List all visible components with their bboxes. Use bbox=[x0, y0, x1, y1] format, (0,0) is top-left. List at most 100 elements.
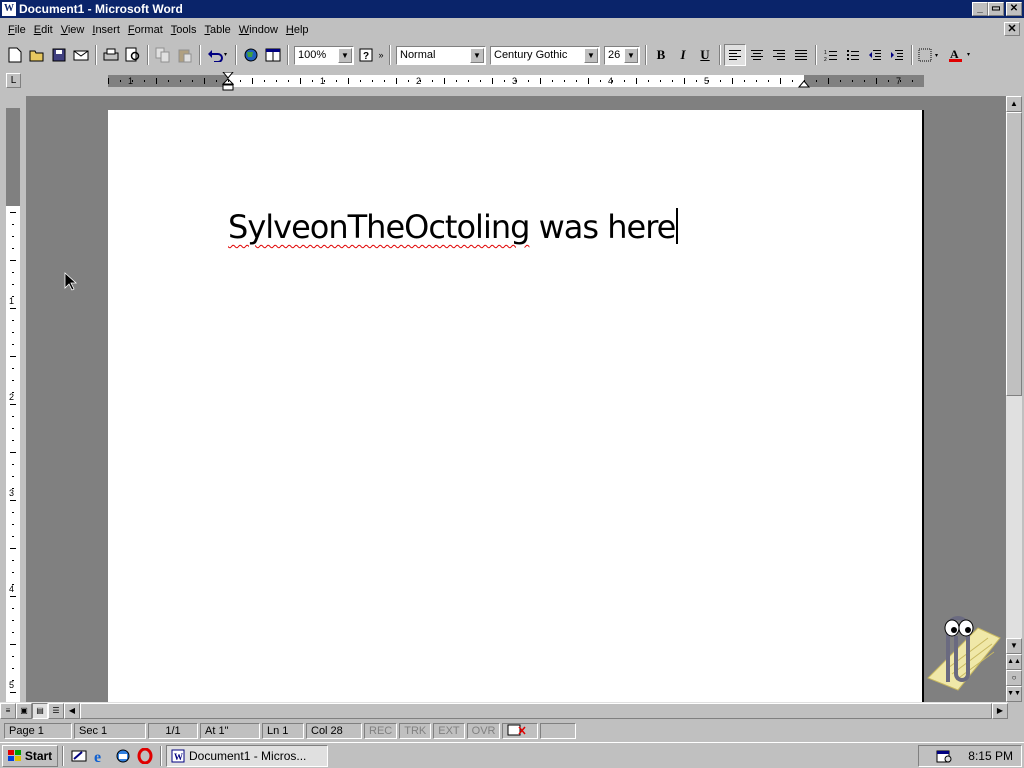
numbering-icon[interactable]: 12 bbox=[820, 44, 842, 66]
open-icon[interactable] bbox=[26, 44, 48, 66]
menu-window[interactable]: Window bbox=[235, 24, 282, 36]
increase-indent-icon[interactable] bbox=[886, 44, 908, 66]
internet-explorer-icon[interactable]: e bbox=[90, 745, 112, 767]
scroll-down-button[interactable]: ▼ bbox=[1006, 638, 1022, 654]
spelling-status-icon[interactable] bbox=[502, 723, 539, 739]
status-rec[interactable]: REC bbox=[364, 723, 398, 739]
ruler-bar[interactable]: 1 1 2 3 4 5 7 bbox=[108, 72, 924, 91]
office-assistant-clippy[interactable] bbox=[908, 598, 1004, 694]
ruler-tick bbox=[612, 80, 613, 82]
word-doc-icon[interactable]: W bbox=[2, 2, 16, 16]
status-ovr[interactable]: OVR bbox=[466, 723, 501, 739]
font-combo[interactable]: Century Gothic ▼ bbox=[490, 45, 600, 65]
document-workspace[interactable]: SylveonTheOctoling was here bbox=[26, 96, 1006, 702]
chevron-down-icon[interactable]: ▼ bbox=[470, 47, 484, 63]
minimize-button[interactable]: _ bbox=[972, 2, 988, 16]
italic-button[interactable]: I bbox=[672, 44, 694, 66]
ruler-tick bbox=[876, 78, 877, 84]
email-icon[interactable] bbox=[70, 44, 92, 66]
start-button[interactable]: Start bbox=[2, 744, 58, 767]
next-page-button[interactable]: ▼▼ bbox=[1006, 686, 1022, 702]
print-preview-icon[interactable] bbox=[122, 44, 144, 66]
zoom-combo[interactable]: 100% ▼ bbox=[294, 45, 354, 65]
web-toolbar-icon[interactable] bbox=[240, 44, 262, 66]
scroll-up-button[interactable]: ▲ bbox=[1006, 96, 1022, 112]
restore-button[interactable]: ▭ bbox=[988, 2, 1004, 16]
tab-selector-button[interactable]: L bbox=[6, 73, 21, 88]
taskbar-word-label: Document1 - Micros... bbox=[189, 748, 307, 763]
font-color-icon[interactable]: A bbox=[946, 44, 976, 66]
document-close-button[interactable]: ✕ bbox=[1004, 22, 1020, 36]
scroll-left-button[interactable]: ◀ bbox=[64, 702, 80, 719]
vertical-ruler: 1 2 3 4 5 bbox=[6, 108, 20, 702]
new-icon[interactable] bbox=[4, 44, 26, 66]
toolbar-overflow-icon[interactable]: » bbox=[376, 44, 386, 66]
save-icon[interactable] bbox=[48, 44, 70, 66]
menu-insert[interactable]: Insert bbox=[88, 24, 124, 36]
status-section: Sec 1 bbox=[74, 723, 146, 739]
ruler-tick bbox=[12, 272, 14, 273]
underline-button[interactable]: U bbox=[694, 44, 716, 66]
scroll-thumb[interactable] bbox=[1006, 112, 1022, 396]
copy-icon[interactable] bbox=[152, 44, 174, 66]
normal-view-icon[interactable]: ≡ bbox=[0, 702, 16, 719]
outlook-express-icon[interactable] bbox=[112, 745, 134, 767]
ruler-tick bbox=[756, 80, 757, 82]
status-trk[interactable]: TRK bbox=[399, 723, 432, 739]
borders-icon[interactable] bbox=[916, 44, 946, 66]
ruler-tick bbox=[348, 78, 349, 84]
chevron-down-icon[interactable]: ▼ bbox=[624, 47, 638, 63]
ruler-tick bbox=[816, 80, 817, 82]
status-bar: Page 1 Sec 1 1/1 At 1" Ln 1 Col 28 REC T… bbox=[0, 721, 1024, 741]
document-text[interactable]: SylveonTheOctoling was here bbox=[228, 208, 679, 246]
indent-marker-icon[interactable] bbox=[222, 72, 234, 92]
close-button[interactable]: ✕ bbox=[1006, 2, 1022, 16]
ruler-number: 2 bbox=[9, 392, 15, 402]
bullets-icon[interactable] bbox=[842, 44, 864, 66]
menu-edit[interactable]: Edit bbox=[30, 24, 57, 36]
clock[interactable]: 8:15 PM bbox=[968, 749, 1013, 763]
justify-icon[interactable] bbox=[790, 44, 812, 66]
print-icon[interactable] bbox=[100, 44, 122, 66]
opera-icon[interactable] bbox=[134, 745, 156, 767]
style-combo[interactable]: Normal ▼ bbox=[396, 45, 486, 65]
scheduler-icon[interactable] bbox=[936, 749, 952, 763]
bold-button[interactable]: B bbox=[650, 44, 672, 66]
taskbar-word-document[interactable]: W Document1 - Micros... bbox=[166, 744, 328, 767]
document-page[interactable]: SylveonTheOctoling was here bbox=[108, 110, 924, 702]
status-ext[interactable]: EXT bbox=[433, 723, 465, 739]
decrease-indent-icon[interactable] bbox=[864, 44, 886, 66]
scroll-right-button[interactable]: ▶ bbox=[992, 702, 1008, 719]
font-size-combo[interactable]: 26 ▼ bbox=[604, 45, 640, 65]
print-layout-view-icon[interactable]: ▤ bbox=[32, 702, 48, 719]
align-right-icon[interactable] bbox=[768, 44, 790, 66]
title-bar: W Document1 - Microsoft Word _ ▭ ✕ bbox=[0, 0, 1024, 18]
ruler-tick bbox=[12, 524, 14, 525]
ruler-tick bbox=[12, 632, 14, 633]
scroll-thumb-horizontal[interactable] bbox=[80, 702, 992, 719]
web-layout-view-icon[interactable]: ▣ bbox=[16, 702, 32, 719]
show-desktop-icon[interactable] bbox=[68, 745, 90, 767]
zoom-value: 100% bbox=[298, 49, 327, 61]
misspelled-word[interactable]: SylveonTheOctoling bbox=[228, 208, 530, 246]
align-left-icon[interactable] bbox=[724, 44, 746, 66]
chevron-down-icon[interactable]: ▼ bbox=[584, 47, 598, 63]
menu-table[interactable]: Table bbox=[200, 24, 234, 36]
menu-tools[interactable]: Tools bbox=[167, 24, 201, 36]
outline-view-icon[interactable]: ☰ bbox=[48, 702, 64, 719]
menu-file[interactable]: File bbox=[4, 24, 30, 36]
ruler-tick bbox=[12, 440, 14, 441]
paste-icon[interactable] bbox=[174, 44, 196, 66]
previous-page-button[interactable]: ▲▲ bbox=[1006, 654, 1022, 670]
menu-view[interactable]: View bbox=[57, 24, 89, 36]
tables-borders-icon[interactable] bbox=[262, 44, 284, 66]
undo-icon[interactable] bbox=[204, 44, 232, 66]
help-icon[interactable]: ? bbox=[356, 44, 376, 66]
chevron-down-icon[interactable]: ▼ bbox=[338, 47, 352, 63]
menu-format[interactable]: Format bbox=[124, 24, 167, 36]
select-browse-object-button[interactable]: ○ bbox=[1006, 670, 1022, 686]
ruler-tick bbox=[10, 548, 16, 549]
menu-help[interactable]: Help bbox=[282, 24, 313, 36]
vertical-scrollbar[interactable]: ▲ ▼ ▲▲ ○ ▼▼ bbox=[1006, 96, 1022, 702]
align-center-icon[interactable] bbox=[746, 44, 768, 66]
